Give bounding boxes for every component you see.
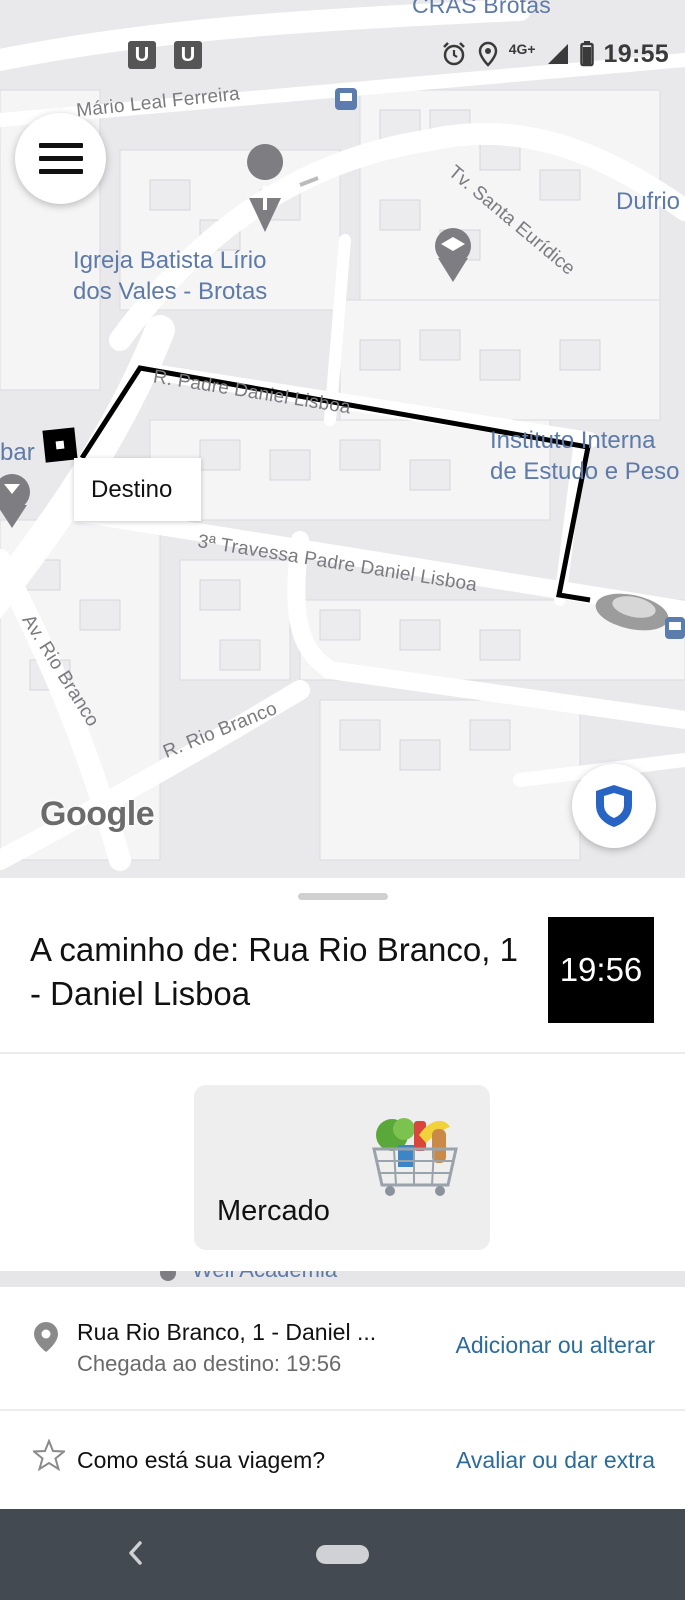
poi-label-line: dos Vales - Brotas	[73, 278, 268, 305]
poi-label-line: Instituto Interna	[490, 427, 656, 454]
hamburger-icon	[39, 143, 83, 148]
poi-label-line: Igreja Batista Lírio	[73, 247, 267, 274]
location-icon	[478, 41, 497, 67]
divider	[0, 1052, 685, 1054]
menu-button[interactable]	[15, 113, 106, 204]
trip-sheet[interactable]: A caminho de: Rua Rio Branco, 1 - Daniel…	[0, 878, 685, 1271]
change-destination-link[interactable]: Adicionar ou alterar	[456, 1332, 655, 1359]
safety-button[interactable]	[572, 764, 656, 848]
bus-stop-icon	[335, 88, 357, 110]
poi-label-igreja[interactable]: Igreja Batista Lírio dos Vales - Brotas	[73, 245, 267, 307]
status-icons: 4G+ 19:55	[441, 34, 669, 74]
location-pin-icon	[34, 1322, 58, 1352]
mercado-label: Mercado	[217, 1195, 330, 1227]
poi-label-line: de Estudo e Peso	[490, 458, 680, 485]
street-label: bar	[0, 439, 35, 466]
clock: 19:55	[603, 39, 669, 68]
destination-chip[interactable]: Destino	[74, 458, 201, 521]
arrival-time: Chegada ao destino: 19:56	[77, 1351, 342, 1376]
bus-stop-icon	[665, 617, 685, 639]
grocery-basket-icon	[372, 1118, 458, 1196]
hamburger-icon	[39, 169, 83, 174]
trip-title: A caminho de: Rua Rio Branco, 1 - Daniel…	[30, 931, 518, 1012]
rating-question: Como está sua viagem?	[77, 1447, 326, 1473]
mercado-card[interactable]: Mercado	[194, 1085, 490, 1250]
map-view[interactable]: CRAS Brotas Mário Leal Ferreira Tv. Sant…	[0, 0, 685, 880]
uber-icon: U	[128, 41, 156, 69]
poi-label-academia: Well Academia	[192, 1271, 337, 1283]
navigation-bar	[0, 1509, 685, 1600]
destination-row[interactable]: Rua Rio Branco, 1 - Daniel ... Chegada a…	[0, 1287, 685, 1409]
street-label: CRAS Brotas	[412, 0, 551, 18]
trip-details: Rua Rio Branco, 1 - Daniel ... Chegada a…	[0, 1287, 685, 1509]
rate-trip-link[interactable]: Avaliar ou dar extra	[456, 1447, 655, 1474]
poi-label-dufrio[interactable]: Dufrio	[616, 186, 680, 217]
destination-address: Rua Rio Branco, 1 - Daniel ...	[77, 1319, 377, 1345]
network-type: 4G+	[508, 41, 536, 57]
uber-icon: U	[174, 41, 202, 69]
google-logo: Google	[40, 795, 155, 833]
signal-icon	[547, 44, 568, 64]
map-strip: Well Academia	[0, 1271, 685, 1287]
poi-label-instituto[interactable]: Instituto Interna de Estudo e Peso	[490, 425, 679, 487]
map-pin-icon	[160, 1271, 176, 1281]
battery-icon	[579, 41, 594, 67]
alarm-icon	[442, 42, 465, 66]
destination-marker-icon[interactable]	[42, 427, 78, 463]
hamburger-icon	[39, 156, 83, 161]
back-icon[interactable]	[123, 1537, 147, 1569]
status-bar: U U 4G+ 19:55	[0, 34, 685, 74]
star-icon	[33, 1439, 65, 1471]
eta-badge: 19:56	[548, 917, 654, 1023]
home-button[interactable]	[316, 1545, 369, 1564]
drag-handle[interactable]	[298, 893, 388, 900]
shield-icon	[596, 785, 632, 827]
rating-row[interactable]: Como está sua viagem? Avaliar ou dar ext…	[0, 1411, 685, 1509]
